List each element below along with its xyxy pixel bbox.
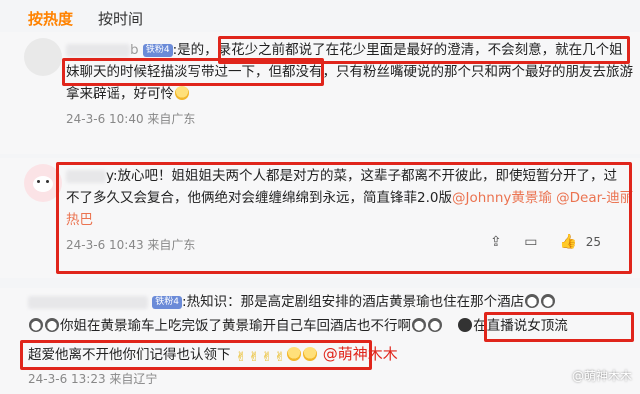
like-count: 25 [585,235,602,249]
victory-hand-icon: ✌ [261,350,273,365]
fan-badge: 铁粉4 [152,295,183,309]
comment-text: 拿来辟谣，好可怜 [66,86,174,102]
avatar[interactable] [24,38,62,76]
black-face-emoji-icon [458,318,473,332]
comment-text: :是的， [172,42,218,58]
comment-text: 你姐在黄景瑜车上吃完饭了黄景瑜开自己车回酒店也不行啊 [60,318,411,334]
username-suffix[interactable]: b [130,42,139,58]
panda-emoji-icon [541,294,556,308]
comment-line: 铁粉4:热知识：那是高定剧组安排的酒店黄景瑜也住在那个酒店 [28,292,556,312]
comment-text: 不了多久又会复合，他俩绝对会缠缠绵绵到永远，简直锋菲2.0版 [66,190,452,206]
comment-line: 你姐在黄景瑜车上吃完饭了黄景瑜开自己车回酒店也不行啊 在直播说女顶流 [28,316,568,336]
comment-line: 热巴 [66,210,93,230]
author-signature: @萌神木木 [322,345,398,363]
pitiful-emoji-icon [303,347,318,361]
comment-meta: 24-3-6 10:43 来自广东 [66,238,196,252]
comment-text: 录花少之前都说了在花少里面是最好的澄清，不会刻意，就在几个姐 [217,42,623,58]
watermark: @萌神木木 [571,369,632,383]
comment-text: 超爱他离不开他你们记得也认领下 [28,347,231,363]
comment-text: y:放心吧！姐姐姐夫两个人都是对方的菜，这辈子都离不开彼此，即使短暂分开了，过 [106,168,618,184]
fan-badge: 铁粉4 [142,43,173,57]
tab-sort-by-time[interactable]: 按时间 [98,8,143,29]
username[interactable] [28,295,148,309]
comment-meta: 24-3-6 13:23 来自辽宁 [28,372,158,386]
comment-line: y:放心吧！姐姐姐夫两个人都是对方的菜，这辈子都离不开彼此，即使短暂分开了，过 [66,166,617,186]
comment-line: 不了多久又会复合，他俩绝对会缠缠绵绵到永远，简直锋菲2.0版@Johnny黄景瑜… [66,188,633,208]
comment-card: y:放心吧！姐姐姐夫两个人都是对方的菜，这辈子都离不开彼此，即使短暂分开了，过 … [0,158,640,278]
victory-hand-icon: ✌ [235,350,247,365]
comment-actions: ⇪ ▭ 👍 25 [490,234,601,250]
comment-text: 只有粉丝嘴硬说的那个只和两个最好的朋友去旅游 [336,64,633,80]
comment-line: 妹聊天的时候轻描淡写带过一下，但都没有，只有粉丝嘴硬说的那个只和两个最好的朋友去… [66,62,633,82]
username[interactable] [66,43,130,57]
panda-emoji-icon [412,318,426,332]
comment-line: b 铁粉4:是的，录花少之前都说了在花少里面是最好的澄清，不会刻意，就在几个姐 [66,40,623,60]
comment-meta: 24-3-6 10:40 来自广东 [66,112,196,126]
avatar[interactable] [24,164,62,202]
comment-line: 超爱他离不开他你们记得也认领下 ✌ ✌ ✌ ✌ @萌神木木 [28,344,398,368]
victory-hand-icon: ✌ [248,350,260,365]
mention-link[interactable]: @Johnny黄景瑜 @Dear-迪丽 [452,190,633,206]
panda-emoji-icon [525,294,540,308]
share-icon[interactable]: ⇪ [490,234,502,250]
like-icon[interactable]: 👍 [560,234,577,250]
panda-emoji-icon [428,318,442,332]
username[interactable] [66,169,106,183]
comment-icon[interactable]: ▭ [524,234,537,250]
comment-text: 妹聊天的时候轻描淡写带过一下，但都没有， [66,64,336,80]
panda-emoji-icon [29,318,43,332]
panda-emoji-icon [45,318,59,332]
comment-line: 拿来辟谣，好可怜 [66,84,190,104]
tab-sort-by-hot[interactable]: 按热度 [28,8,73,29]
comment-card: 铁粉4:热知识：那是高定剧组安排的酒店黄景瑜也住在那个酒店 你姐在黄景瑜车上吃完… [0,288,640,394]
victory-hand-icon: ✌ [274,350,286,365]
comment-text: :热知识：那是高定剧组安排的酒店黄景瑜也住在那个酒店 [182,294,525,310]
mention-link[interactable]: 热巴 [66,212,93,228]
comment-card: b 铁粉4:是的，录花少之前都说了在花少里面是最好的澄清，不会刻意，就在几个姐 … [0,32,640,154]
comment-text: 在直播说女顶流 [473,318,568,334]
pitiful-emoji-icon [175,86,189,100]
pitiful-emoji-icon [287,347,302,361]
